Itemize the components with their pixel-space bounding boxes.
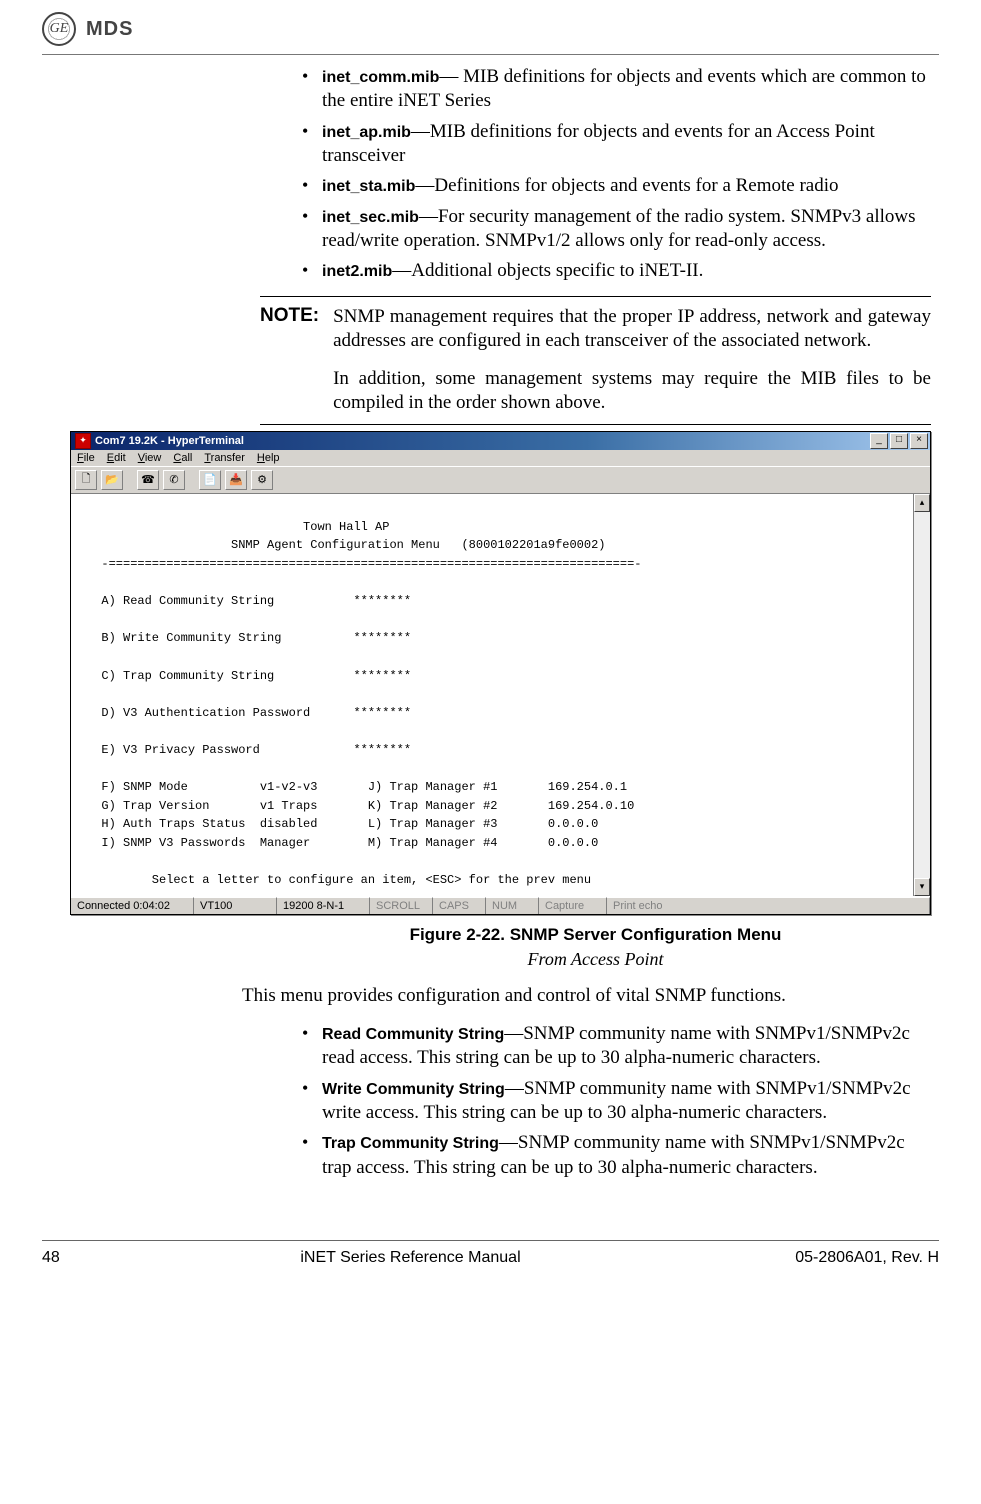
- scroll-up-icon[interactable]: ▴: [914, 494, 930, 512]
- maximize-button[interactable]: □: [890, 433, 908, 449]
- hyperterminal-window: ✦ Com7 19.2K - HyperTerminal _ □ × File …: [70, 431, 931, 915]
- menu-file[interactable]: File: [77, 452, 95, 464]
- ge-logo-icon: GE: [42, 12, 76, 46]
- scroll-track[interactable]: [914, 512, 930, 878]
- footer-doc-id: 05-2806A01, Rev. H: [739, 1249, 939, 1267]
- status-emulation: VT100: [194, 897, 277, 914]
- menu-transfer[interactable]: Transfer: [204, 452, 245, 464]
- status-echo: Print echo: [607, 897, 930, 914]
- footer-page-number: 48: [42, 1249, 82, 1267]
- term: Read Community String: [322, 1026, 504, 1043]
- vertical-scrollbar[interactable]: ▴ ▾: [913, 494, 930, 896]
- toolbar-new-icon[interactable]: 🗋: [75, 470, 97, 490]
- list-item: Trap Community String—SNMP community nam…: [300, 1131, 931, 1180]
- term: inet_sta.mib: [322, 178, 415, 195]
- window-title: Com7 19.2K - HyperTerminal: [95, 435, 870, 447]
- list-item: inet_comm.mib— MIB definitions for objec…: [300, 65, 931, 114]
- figure-caption: Figure 2-22. SNMP Server Configuration M…: [260, 925, 931, 945]
- status-capture: Capture: [539, 897, 607, 914]
- description-list: Read Community String—SNMP community nam…: [300, 1022, 931, 1180]
- menubar: File Edit View Call Transfer Help: [71, 450, 930, 466]
- mib-list: inet_comm.mib— MIB definitions for objec…: [300, 65, 931, 284]
- scroll-down-icon[interactable]: ▾: [914, 878, 930, 896]
- status-num: NUM: [486, 897, 539, 914]
- statusbar: Connected 0:04:02 VT100 19200 8-N-1 SCRO…: [71, 896, 930, 914]
- term: inet2.mib: [322, 263, 392, 280]
- window-titlebar: ✦ Com7 19.2K - HyperTerminal _ □ ×: [71, 432, 930, 450]
- status-connected: Connected 0:04:02: [71, 897, 194, 914]
- menu-view[interactable]: View: [138, 452, 162, 464]
- toolbar-connect-icon[interactable]: ☎: [137, 470, 159, 490]
- note-paragraph: SNMP management requires that the proper…: [333, 305, 931, 354]
- term: Trap Community String: [322, 1135, 499, 1152]
- term: inet_sec.mib: [322, 209, 419, 226]
- footer-title: iNET Series Reference Manual: [82, 1249, 739, 1267]
- list-item: inet_ap.mib—MIB definitions for objects …: [300, 120, 931, 169]
- status-scroll: SCROLL: [370, 897, 433, 914]
- page-header: GE MDS: [42, 12, 939, 55]
- minimize-button[interactable]: _: [870, 433, 888, 449]
- term: inet_ap.mib: [322, 124, 411, 141]
- close-button[interactable]: ×: [910, 433, 928, 449]
- note-label: NOTE:: [260, 305, 319, 416]
- toolbar-properties-icon[interactable]: ⚙: [251, 470, 273, 490]
- list-item: inet_sta.mib—Definitions for objects and…: [300, 174, 931, 198]
- status-caps: CAPS: [433, 897, 486, 914]
- toolbar-send-icon[interactable]: 📄: [199, 470, 221, 490]
- figure-subtitle: From Access Point: [260, 949, 931, 970]
- status-config: 19200 8-N-1: [277, 897, 370, 914]
- list-item: Read Community String—SNMP community nam…: [300, 1022, 931, 1071]
- terminal-output[interactable]: Town Hall AP SNMP Agent Configuration Me…: [71, 494, 913, 896]
- menu-call[interactable]: Call: [173, 452, 192, 464]
- term: Write Community String: [322, 1081, 505, 1098]
- term-desc: —Additional objects specific to iNET-II.: [392, 260, 703, 281]
- intro-paragraph: This menu provides configuration and con…: [242, 984, 931, 1008]
- toolbar-open-icon[interactable]: 📂: [101, 470, 123, 490]
- page-footer: 48 iNET Series Reference Manual 05-2806A…: [42, 1240, 939, 1279]
- menu-edit[interactable]: Edit: [107, 452, 126, 464]
- list-item: inet2.mib—Additional objects specific to…: [300, 259, 931, 283]
- term: inet_comm.mib: [322, 69, 439, 86]
- toolbar-disconnect-icon[interactable]: ✆: [163, 470, 185, 490]
- menu-help[interactable]: Help: [257, 452, 280, 464]
- list-item: inet_sec.mib—For security management of …: [300, 205, 931, 254]
- list-item: Write Community String—SNMP community na…: [300, 1077, 931, 1126]
- toolbar-receive-icon[interactable]: 📥: [225, 470, 247, 490]
- toolbar: 🗋 📂 ☎ ✆ 📄 📥 ⚙: [71, 466, 930, 494]
- note-paragraph: In addition, some management systems may…: [333, 367, 931, 416]
- app-icon: ✦: [75, 433, 91, 449]
- term-desc: —Definitions for objects and events for …: [415, 175, 838, 196]
- brand-text: MDS: [86, 18, 133, 41]
- note-block: NOTE: SNMP management requires that the …: [260, 296, 931, 425]
